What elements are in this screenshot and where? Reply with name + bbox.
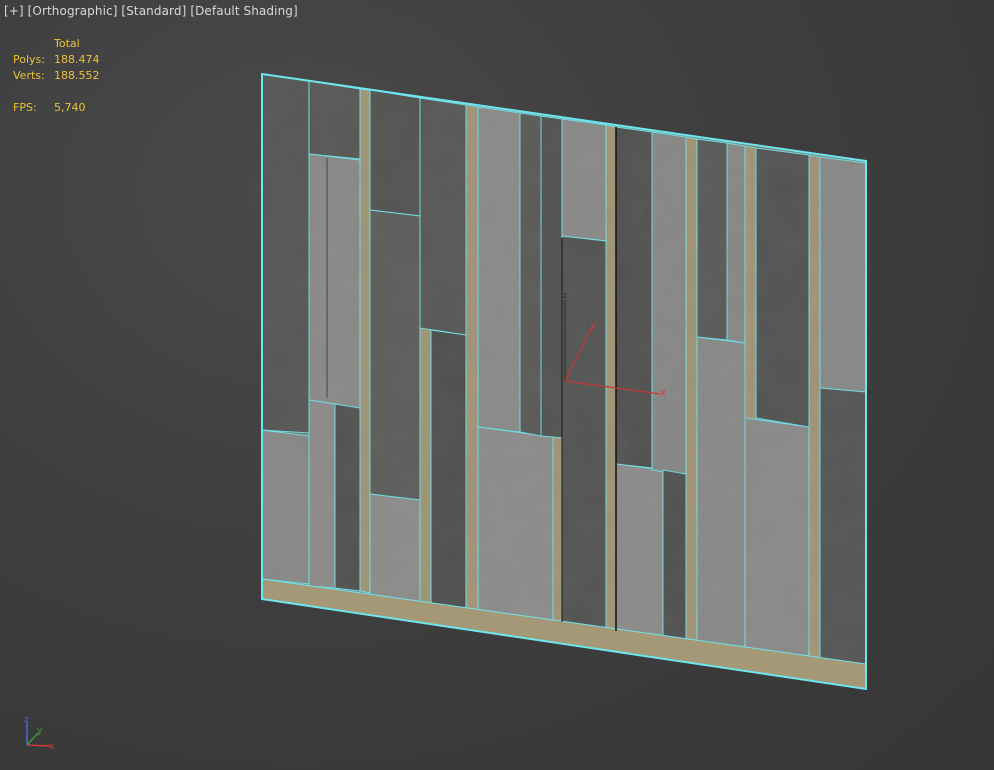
tripod-y-label: y xyxy=(37,726,43,736)
axis-tripod: x y z xyxy=(24,715,55,752)
gizmo-x-label: x xyxy=(660,388,666,399)
wall-panel-model[interactable] xyxy=(261,72,867,691)
tripod-x-axis xyxy=(26,744,51,747)
tripod-z-label: z xyxy=(24,715,29,725)
tripod-x-label: x xyxy=(49,742,55,752)
gizmo-y-label: y xyxy=(590,320,596,331)
viewport-scene[interactable]: x y z x y z xyxy=(0,0,994,770)
gizmo-z-label: z xyxy=(563,291,567,300)
